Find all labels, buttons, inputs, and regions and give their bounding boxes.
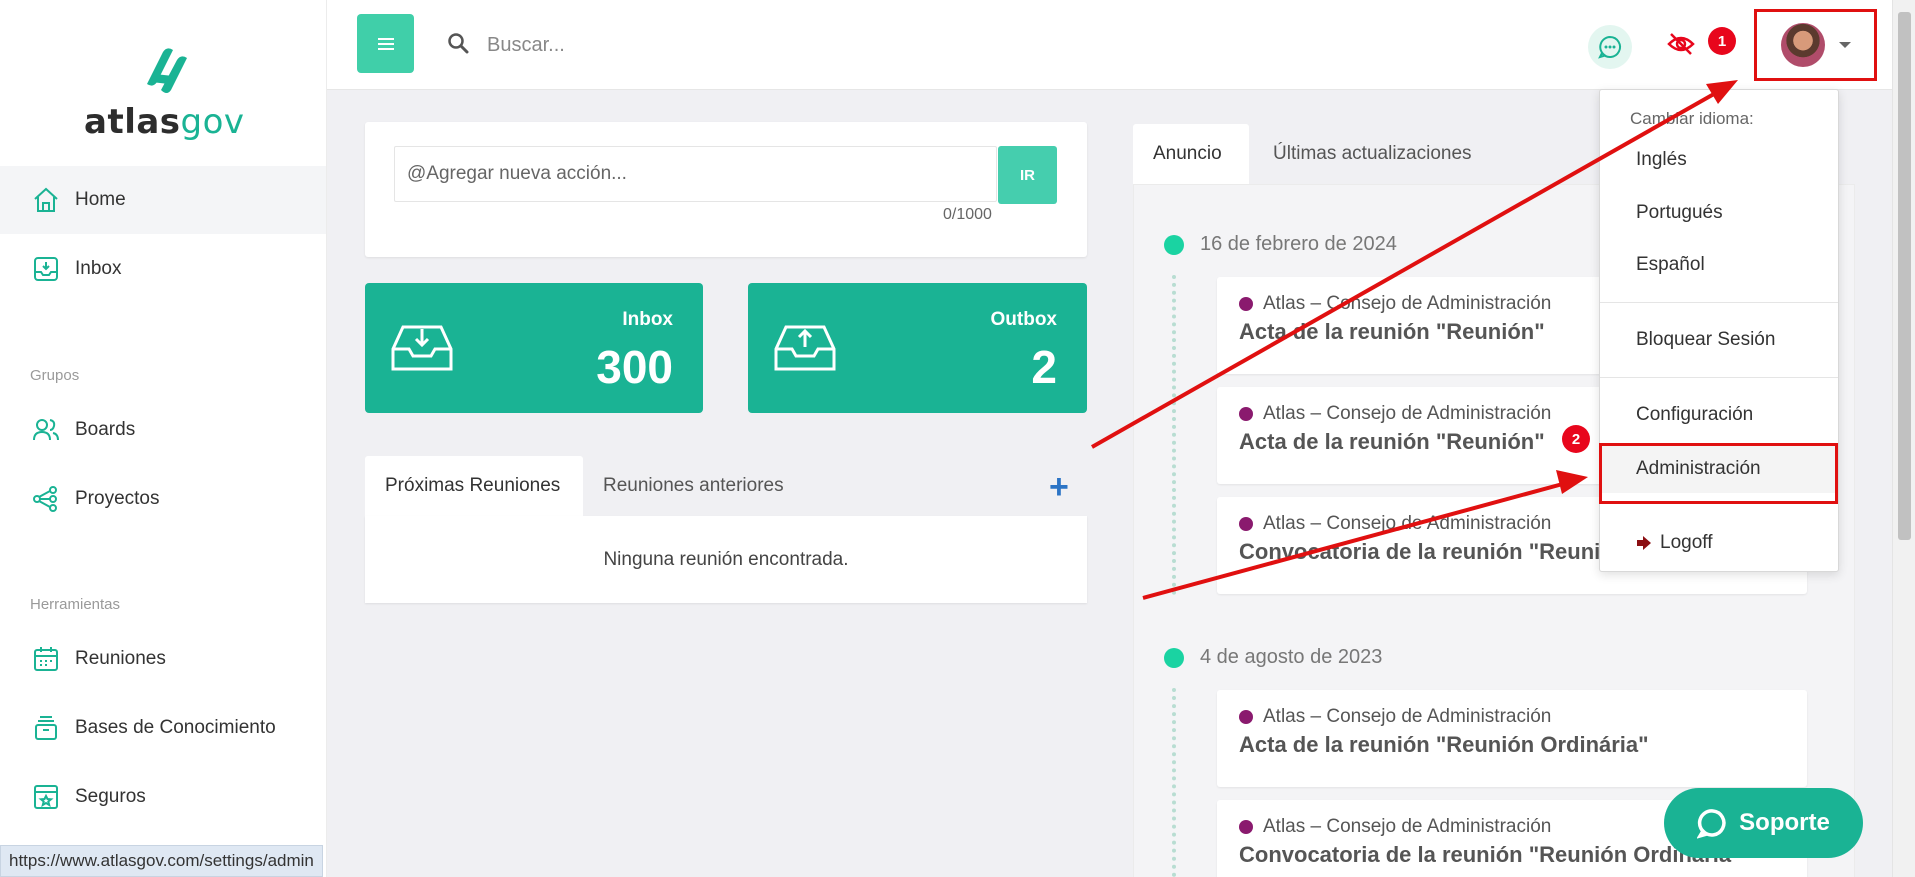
- inbox-tray-icon: [391, 325, 453, 371]
- new-action-input[interactable]: [394, 146, 997, 202]
- timeline-title: Acta de la reunión "Reunión Ordinária": [1239, 732, 1649, 757]
- sidebar-item-label: Seguros: [75, 786, 146, 807]
- sidebar-item-home[interactable]: Home: [0, 166, 326, 234]
- avatar: [1780, 23, 1825, 67]
- go-button[interactable]: IR: [998, 146, 1057, 204]
- inbox-stat-value: 300: [596, 341, 673, 393]
- menu-divider: [1600, 377, 1838, 378]
- share-nodes-icon: [33, 486, 57, 512]
- scroll-thumb[interactable]: [1898, 12, 1911, 540]
- menu-item-portugues[interactable]: Portugués: [1600, 189, 1838, 237]
- timeline-org: Atlas – Consejo de Administración: [1239, 403, 1551, 425]
- archive-icon: [35, 716, 57, 740]
- timeline-item[interactable]: Atlas – Consejo de Administración Acta d…: [1217, 690, 1807, 787]
- caret-down-icon: [1838, 42, 1851, 48]
- logo-mark-icon: [147, 48, 187, 93]
- timeline-org: Atlas – Consejo de Administración: [1239, 513, 1551, 535]
- inbox-icon: [34, 257, 58, 281]
- section-label-groups: Grupos: [30, 367, 80, 384]
- search-input[interactable]: [487, 28, 987, 62]
- sidebar-item-label: Bases de Conocimiento: [75, 717, 276, 738]
- user-menu-button[interactable]: [1754, 9, 1877, 81]
- org-dot: [1239, 407, 1253, 421]
- atlasgov-logo[interactable]: atlasgov: [84, 44, 244, 154]
- timeline-dot: [1164, 648, 1184, 668]
- annotation-badge-1: 1: [1708, 27, 1736, 55]
- sidebar: atlasgov Home Inbox Grupos Boards Proyec…: [0, 0, 327, 877]
- sign-out-icon: [1637, 536, 1651, 550]
- topbar: 1: [327, 0, 1892, 90]
- status-bar-url: https://www.atlasgov.com/settings/admin: [0, 845, 323, 877]
- new-action-card: IR 0/1000: [365, 122, 1087, 257]
- search-icon: [448, 33, 469, 54]
- menu-toggle-button[interactable]: [357, 14, 414, 73]
- page-scrollbar[interactable]: [1892, 0, 1915, 877]
- outbox-stat-card[interactable]: Outbox 2: [748, 283, 1087, 413]
- timeline-org: Atlas – Consejo de Administración: [1239, 706, 1551, 728]
- sidebar-item-proyectos[interactable]: Proyectos: [0, 465, 326, 533]
- sidebar-item-label: Proyectos: [75, 488, 160, 509]
- meetings-list-empty: Ninguna reunión encontrada.: [365, 516, 1087, 603]
- outbox-stat-value: 2: [1031, 341, 1057, 393]
- annotation-badge-2: 2: [1562, 425, 1590, 453]
- add-meeting-button[interactable]: +: [1049, 468, 1069, 507]
- tab-proximas-reuniones[interactable]: Próximas Reuniones: [365, 456, 583, 516]
- sidebar-item-label: Reuniones: [75, 648, 166, 669]
- annotation-highlight-box: [1599, 443, 1838, 504]
- timeline-org: Atlas – Consejo de Administración: [1239, 293, 1551, 315]
- language-header: Cambiar idioma:: [1630, 109, 1754, 128]
- calendar-icon: [34, 647, 58, 671]
- support-button[interactable]: Soporte: [1664, 788, 1863, 858]
- org-dot: [1239, 710, 1253, 724]
- home-icon: [34, 187, 58, 212]
- sidebar-item-label: Home: [75, 189, 126, 210]
- chat-bubble-icon: [1697, 809, 1726, 839]
- menu-item-logoff[interactable]: Logoff: [1600, 519, 1838, 567]
- sidebar-item-inbox[interactable]: Inbox: [0, 235, 326, 303]
- sidebar-item-label: Boards: [75, 419, 136, 440]
- logo-text: atlasgov: [84, 102, 245, 142]
- org-dot: [1239, 297, 1253, 311]
- menu-divider: [1600, 302, 1838, 303]
- vault-icon: [34, 785, 58, 809]
- tab-anuncio[interactable]: Anuncio: [1133, 124, 1249, 184]
- menu-item-ingles[interactable]: Inglés: [1600, 136, 1838, 184]
- outbox-stat-label: Outbox: [990, 309, 1058, 330]
- inbox-stat-card[interactable]: Inbox 300: [365, 283, 703, 413]
- timeline-title: Convocatoria de la reunión "Reunión": [1239, 539, 1638, 564]
- timeline-title: Convocatoria de la reunión "Reunión Ordi…: [1239, 842, 1742, 867]
- timeline-date: 4 de agosto de 2023: [1200, 646, 1383, 668]
- timeline-title: Acta de la reunión "Reunión": [1239, 429, 1545, 454]
- outbox-tray-icon: [774, 325, 836, 371]
- timeline-line: [1172, 275, 1176, 595]
- char-counter: 0/1000: [943, 206, 992, 223]
- sidebar-item-boards[interactable]: Boards: [0, 396, 326, 464]
- timeline-title: Acta de la reunión "Reunión": [1239, 319, 1545, 344]
- menu-item-configuracion[interactable]: Configuración: [1600, 391, 1838, 439]
- timeline-date: 16 de febrero de 2024: [1200, 233, 1397, 255]
- sidebar-item-reuniones[interactable]: Reuniones: [0, 625, 326, 693]
- timeline-org: Atlas – Consejo de Administración: [1239, 816, 1551, 838]
- sidebar-item-seguros[interactable]: Seguros: [0, 763, 326, 831]
- chat-bubble-icon: [1598, 35, 1621, 59]
- eye-slash-icon[interactable]: [1667, 30, 1695, 58]
- org-dot: [1239, 517, 1253, 531]
- menu-item-espanol[interactable]: Español: [1600, 241, 1838, 289]
- hamburger-icon: [377, 37, 394, 50]
- chat-button[interactable]: [1588, 25, 1632, 69]
- tab-ultimas-actualizaciones[interactable]: Últimas actualizaciones: [1253, 124, 1492, 184]
- timeline-line: [1172, 688, 1176, 877]
- menu-item-bloquear-sesion[interactable]: Bloquear Sesión: [1600, 316, 1838, 364]
- sidebar-item-bases-conocimiento[interactable]: Bases de Conocimiento: [0, 694, 326, 762]
- section-label-tools: Herramientas: [30, 596, 121, 613]
- sidebar-item-label: Inbox: [75, 258, 122, 279]
- timeline-dot: [1164, 235, 1184, 255]
- tab-reuniones-anteriores[interactable]: Reuniones anteriores: [583, 456, 804, 516]
- org-dot: [1239, 820, 1253, 834]
- users-icon: [33, 419, 59, 441]
- inbox-stat-label: Inbox: [622, 309, 673, 330]
